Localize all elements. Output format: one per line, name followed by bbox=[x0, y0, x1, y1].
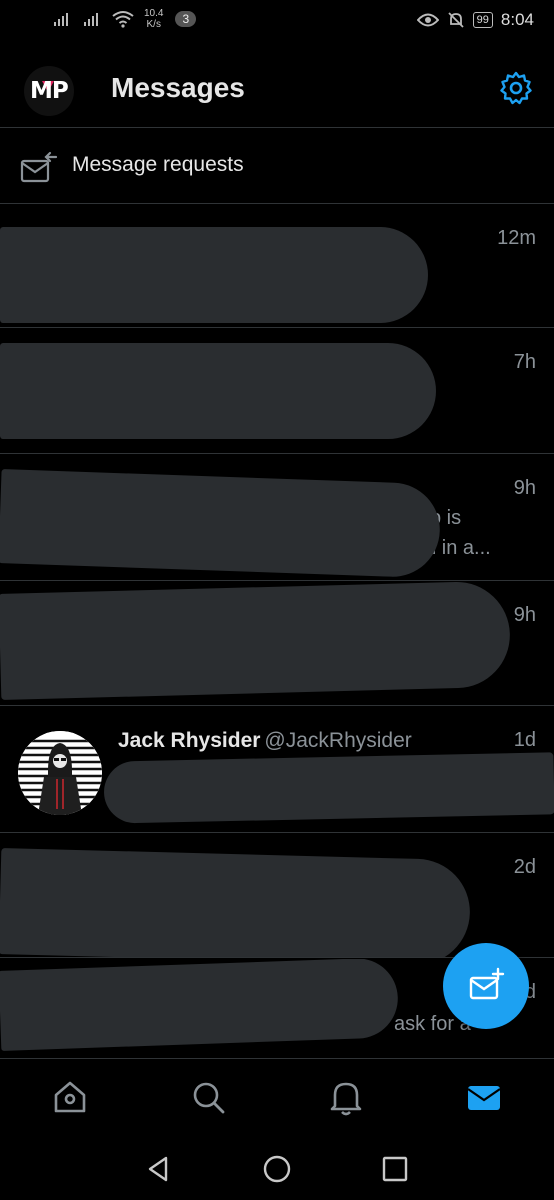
conversation-time: 1d bbox=[513, 729, 536, 751]
conversation-row[interactable]: 2d bbox=[0, 834, 554, 958]
conversation-time: 12m bbox=[497, 227, 536, 249]
status-right: 99 8:04 bbox=[416, 10, 534, 30]
bell-icon[interactable] bbox=[326, 1077, 366, 1117]
display-name: Jack Rhysider bbox=[118, 729, 261, 752]
conversation-row[interactable]: 12m bbox=[0, 205, 554, 328]
recents-icon[interactable] bbox=[380, 1154, 410, 1184]
bell-muted-icon bbox=[448, 12, 464, 28]
conversation-row[interactable]: 7h bbox=[0, 329, 554, 454]
header: MP Messages bbox=[0, 60, 554, 128]
home-icon[interactable] bbox=[50, 1077, 90, 1117]
conversation-time: 7h bbox=[513, 351, 536, 373]
search-icon[interactable] bbox=[188, 1077, 228, 1117]
redacted-content bbox=[0, 469, 442, 579]
page-title: Messages bbox=[111, 72, 245, 103]
conversation-time: 9h bbox=[513, 477, 536, 499]
conversation-time: 2d bbox=[513, 856, 536, 878]
conversation-row[interactable]: 9h bbox=[0, 582, 554, 706]
status-bar: 10.4 K/s 3 99 8:04 bbox=[0, 0, 554, 44]
avatar[interactable] bbox=[18, 731, 102, 815]
home-circle-icon[interactable] bbox=[262, 1154, 292, 1184]
compose-message-icon bbox=[469, 967, 505, 1000]
net-speed: 10.4 K/s bbox=[144, 8, 163, 30]
logo-text: MP bbox=[30, 78, 69, 104]
clock: 8:04 bbox=[500, 10, 534, 29]
eye-icon bbox=[416, 13, 439, 27]
back-icon[interactable] bbox=[144, 1154, 174, 1184]
redacted-content bbox=[0, 582, 512, 700]
redacted-content bbox=[0, 848, 472, 957]
message-requests-row[interactable]: Message requests bbox=[0, 129, 554, 204]
system-navigation-bar bbox=[0, 1136, 554, 1200]
message-requests-label: Message requests bbox=[72, 153, 244, 176]
signal-icon-2 bbox=[84, 13, 98, 26]
conversation-name: Jack Rhysider @JackRhysider bbox=[118, 729, 412, 753]
conversation-row[interactable]: Jack Rhysider @JackRhysider 1d bbox=[0, 707, 554, 833]
redacted-content bbox=[0, 343, 436, 439]
signal-icon bbox=[54, 13, 68, 26]
compose-message-button[interactable] bbox=[443, 943, 529, 1029]
net-speed-unit: K/s bbox=[146, 19, 161, 30]
gear-icon[interactable] bbox=[498, 70, 534, 106]
bottom-nav bbox=[0, 1058, 554, 1136]
hooded-figure-avatar bbox=[18, 731, 102, 815]
status-left: 10.4 K/s 3 bbox=[52, 8, 197, 30]
redacted-content bbox=[103, 752, 554, 824]
notification-count-badge: 3 bbox=[175, 11, 197, 27]
redacted-content bbox=[0, 227, 428, 323]
net-speed-value: 10.4 bbox=[144, 8, 164, 19]
mail-request-icon bbox=[20, 151, 58, 183]
redacted-content bbox=[0, 959, 400, 1051]
wifi-icon bbox=[112, 11, 134, 28]
battery-indicator: 99 bbox=[472, 12, 493, 28]
user-handle: @JackRhysider bbox=[264, 729, 412, 752]
mail-icon[interactable] bbox=[464, 1077, 504, 1117]
conversation-row[interactable]: p is ed in a... ​ 9h bbox=[0, 455, 554, 581]
conversation-time: 9h bbox=[513, 604, 536, 626]
profile-avatar[interactable]: MP bbox=[24, 66, 74, 116]
